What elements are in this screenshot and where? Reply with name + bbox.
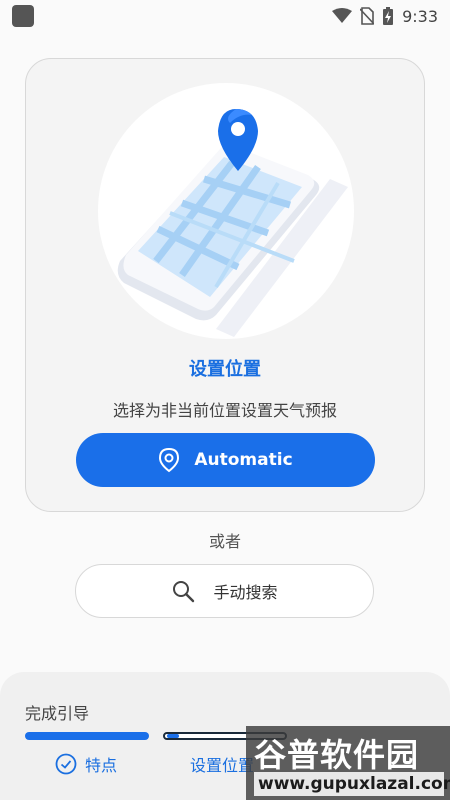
step-features-label: 特点 bbox=[85, 756, 118, 775]
manual-search-button[interactable]: 手动搜索 bbox=[75, 564, 374, 618]
check-circle-icon bbox=[55, 753, 77, 775]
or-separator: 或者 bbox=[208, 532, 241, 551]
watermark: 谷普软件园 www.gupuxlazal.com bbox=[246, 726, 450, 800]
location-card: 设置位置 选择为非当前位置设置天气预报 Automatic bbox=[25, 58, 425, 512]
wifi-icon bbox=[332, 8, 353, 23]
location-pin-icon bbox=[159, 447, 180, 473]
status-icons: 9:33 bbox=[332, 6, 438, 26]
search-button-label: 手动搜索 bbox=[213, 583, 278, 602]
status-bar: 9:33 bbox=[0, 0, 450, 32]
watermark-brand: 谷普软件园 bbox=[254, 736, 420, 774]
step-location[interactable]: 设置位置 bbox=[190, 752, 254, 776]
card-title: 设置位置 bbox=[189, 359, 261, 380]
automatic-location-button[interactable]: Automatic bbox=[76, 433, 375, 487]
guide-title: 完成引导 bbox=[25, 704, 90, 723]
step-location-label: 设置位置 bbox=[190, 756, 255, 775]
step-location-progress-fill bbox=[167, 734, 179, 738]
automatic-button-label: Automatic bbox=[194, 450, 293, 470]
no-sim-icon bbox=[360, 7, 375, 25]
map-phone-pin-illustration bbox=[98, 83, 354, 339]
battery-charging-icon bbox=[383, 7, 394, 25]
app-notification-icon bbox=[12, 5, 34, 27]
step-features[interactable]: 特点 bbox=[55, 752, 117, 776]
step-features-progress bbox=[25, 732, 149, 740]
clock: 9:33 bbox=[402, 6, 438, 26]
watermark-url: www.gupuxlazal.com bbox=[254, 772, 450, 796]
card-subtitle: 选择为非当前位置设置天气预报 bbox=[112, 401, 337, 420]
search-icon bbox=[173, 581, 195, 603]
